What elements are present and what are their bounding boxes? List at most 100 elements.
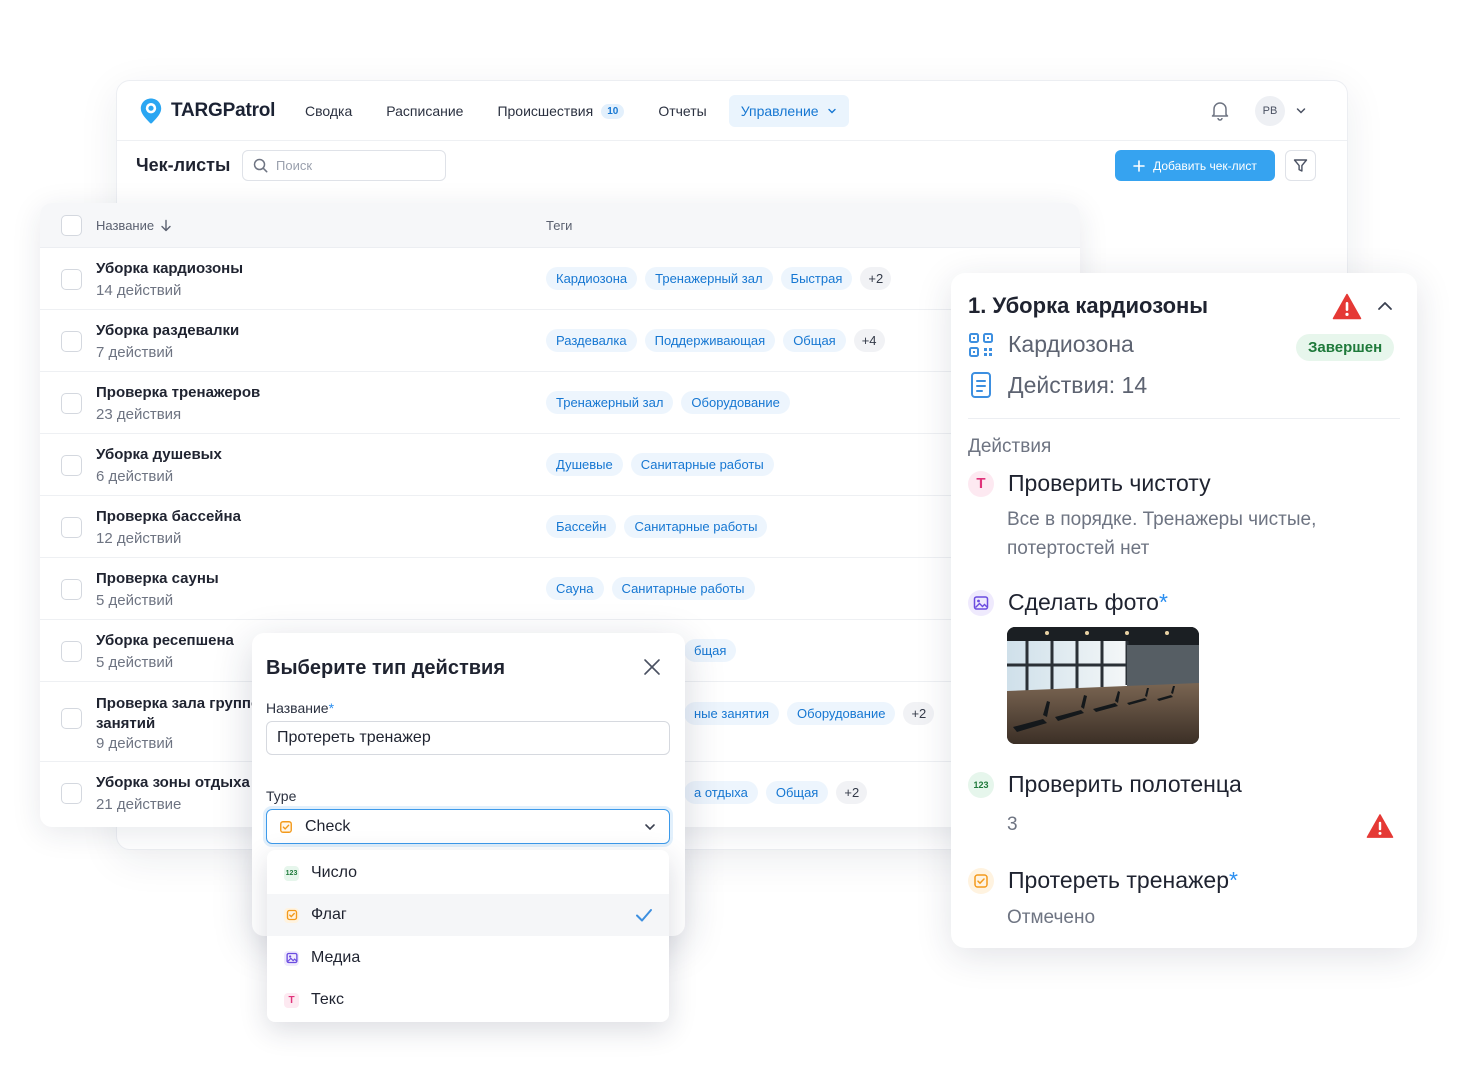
zone-name: Кардиозона (1008, 331, 1134, 357)
zone-line: Кардиозона (968, 331, 1134, 358)
row-tags: Сауна Санитарные работы (546, 577, 755, 600)
search-box[interactable] (242, 150, 446, 181)
row-title: Уборка кардиозоны (96, 260, 244, 277)
more-tags-badge[interactable]: +2 (836, 781, 868, 804)
column-header-name[interactable]: Название (96, 218, 172, 233)
table-row[interactable]: Уборка раздевалки 7 действий Раздевалка … (40, 310, 1080, 372)
warning-icon (1332, 293, 1362, 320)
more-tags-badge[interactable]: +4 (853, 329, 885, 352)
tag[interactable]: Общая (783, 329, 846, 352)
nav-label: Расписание (386, 103, 464, 119)
chevron-down-icon[interactable] (1295, 105, 1307, 117)
bell-icon[interactable] (1209, 99, 1231, 121)
table-row[interactable]: Уборка душевых 6 действий Душевые Санита… (40, 434, 1080, 496)
tag[interactable]: Раздевалка (546, 329, 637, 352)
row-tags: Тренажерный зал Оборудование (546, 391, 790, 414)
nav-management[interactable]: Управление (728, 95, 849, 127)
select-all-checkbox[interactable] (61, 215, 82, 236)
flag-type-icon (968, 867, 994, 894)
chevron-up-icon[interactable] (1376, 297, 1394, 315)
action-item[interactable]: Сделать фото* (968, 589, 1168, 616)
row-checkbox[interactable] (61, 579, 82, 600)
add-checklist-label: Добавить чек-лист (1153, 158, 1257, 173)
tag[interactable]: Тренажерный зал (546, 391, 674, 414)
tag[interactable]: Кардиозона (546, 267, 638, 290)
row-title: Уборка раздевалки (96, 322, 240, 339)
tag[interactable]: Санитарные работы (624, 515, 768, 538)
table-row[interactable]: Проверка тренажеров 23 действия Тренажер… (40, 372, 1080, 434)
nav-schedule[interactable]: Расписание (374, 95, 475, 127)
row-tags: бщая (684, 639, 737, 662)
row-checkbox[interactable] (61, 269, 82, 290)
tag[interactable]: Поддерживающая (644, 329, 776, 352)
row-tags: Раздевалка Поддерживающая Общая +4 (546, 329, 885, 352)
row-checkbox[interactable] (61, 783, 82, 804)
required-mark: * (1228, 867, 1238, 893)
tag[interactable]: а отдыха (684, 781, 758, 804)
brand-name: TARGPatrol (171, 100, 276, 121)
tag[interactable]: Общая (765, 781, 829, 804)
tag[interactable]: Бассейн (546, 515, 617, 538)
action-name: Протереть тренажер* (1008, 867, 1238, 894)
main-nav: Сводка Расписание Происшествия 10 Отчеты … (293, 95, 859, 127)
option-flag[interactable]: Флаг (267, 894, 669, 936)
brand-logo[interactable]: TARGPatrol (139, 97, 275, 125)
media-icon (284, 950, 299, 966)
tag[interactable]: ные занятия (684, 702, 780, 725)
row-checkbox[interactable] (61, 641, 82, 662)
action-item[interactable]: 123 Проверить полотенца (968, 771, 1242, 798)
row-checkbox[interactable] (61, 331, 82, 352)
tag[interactable]: Санитарные работы (611, 577, 755, 600)
action-name: Сделать фото* (1008, 589, 1168, 616)
action-value: Все в порядке. Тренажеры чистые, потерто… (1007, 509, 1317, 559)
tag[interactable]: Санитарные работы (630, 453, 774, 476)
option-media[interactable]: Медиа (267, 937, 669, 979)
tag[interactable]: Оборудование (681, 391, 790, 414)
nav-reports[interactable]: Отчеты (646, 95, 718, 127)
option-label: Текс (311, 991, 344, 1008)
row-tags: ные занятия Оборудование +2 (684, 702, 935, 725)
user-avatar[interactable]: PB (1255, 96, 1285, 126)
check-icon (636, 909, 652, 922)
checklist-details-panel: 1. Уборка кардиозоны Кардиозона Завершен… (951, 273, 1417, 948)
table-row[interactable]: Проверка бассейна 12 действий Бассейн Са… (40, 496, 1080, 558)
action-item[interactable]: T Проверить чистоту (968, 470, 1211, 497)
action-item[interactable]: Протереть тренажер* (968, 867, 1238, 894)
tag[interactable]: Душевые (546, 453, 623, 476)
number-type-icon: 123 (968, 771, 994, 798)
action-type-select[interactable]: Check (266, 809, 670, 844)
tag[interactable]: Быстрая (780, 267, 853, 290)
tag[interactable]: Тренажерный зал (645, 267, 773, 290)
search-input[interactable] (276, 158, 426, 173)
option-text[interactable]: T Текс (267, 979, 669, 1021)
action-value: 3 (1007, 814, 1018, 835)
nav-label: Происшествия (497, 103, 594, 119)
row-checkbox[interactable] (61, 517, 82, 538)
tag[interactable]: бщая (684, 639, 737, 662)
more-tags-badge[interactable]: +2 (860, 267, 892, 290)
option-label: Медиа (311, 949, 361, 966)
table-row[interactable]: Проверка сауны 5 действий Сауна Санитарн… (40, 558, 1080, 620)
tag[interactable]: Оборудование (787, 702, 896, 725)
more-tags-badge[interactable]: +2 (903, 702, 935, 725)
action-type-dropdown: 123 Число Флаг Медиа T Текс (267, 850, 669, 1022)
row-checkbox[interactable] (61, 393, 82, 414)
tag[interactable]: Сауна (546, 577, 604, 600)
action-name: Проверить чистоту (1008, 470, 1211, 497)
option-number[interactable]: 123 Число (267, 852, 669, 894)
add-checklist-button[interactable]: Добавить чек-лист (1115, 150, 1275, 181)
table-row[interactable]: Уборка кардиозоны 14 действий Кардиозона… (40, 248, 1080, 310)
checkbox-checked-icon (280, 820, 292, 833)
text-type-icon: T (968, 470, 994, 497)
row-checkbox[interactable] (61, 708, 82, 729)
warning-icon (1366, 814, 1394, 838)
close-icon[interactable] (642, 657, 662, 677)
nav-summary[interactable]: Сводка (293, 95, 364, 127)
row-checkbox[interactable] (61, 455, 82, 476)
filter-button[interactable] (1285, 150, 1316, 181)
top-navbar: TARGPatrol Сводка Расписание Происшестви… (117, 81, 1347, 141)
action-name-input[interactable] (266, 721, 670, 755)
gym-photo[interactable] (1007, 627, 1199, 744)
nav-incidents[interactable]: Происшествия 10 (485, 95, 636, 127)
modal-title: Выберите тип действия (266, 657, 506, 679)
